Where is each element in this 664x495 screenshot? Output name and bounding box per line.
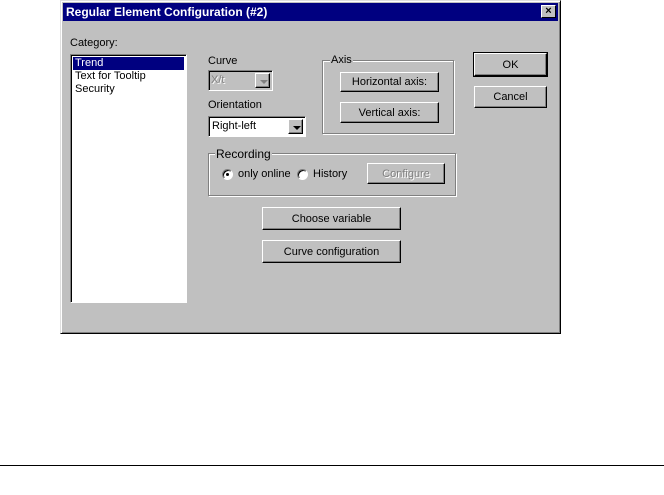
chevron-down-icon[interactable] — [288, 119, 303, 134]
orientation-select[interactable]: Right-left — [208, 116, 306, 137]
curve-select: X/t — [208, 70, 273, 91]
radio-history[interactable]: History — [297, 168, 352, 182]
curve-configuration-button[interactable]: Curve configuration — [262, 240, 401, 263]
horizontal-axis-button[interactable]: Horizontal axis: — [340, 72, 439, 92]
cancel-button[interactable]: Cancel — [474, 86, 547, 108]
chevron-down-icon — [255, 73, 270, 88]
close-button[interactable]: × — [541, 5, 556, 18]
radio-only-online[interactable]: only online — [222, 168, 292, 182]
divider — [0, 465, 664, 466]
radio-checked-icon[interactable] — [222, 169, 233, 180]
configure-button: Configure — [367, 163, 445, 184]
list-item-security[interactable]: Security — [73, 83, 184, 96]
curve-value: X/t — [211, 74, 225, 86]
orientation-value: Right-left — [212, 120, 257, 132]
category-label: Category: — [70, 37, 118, 49]
recording-group-label: Recording — [215, 147, 272, 161]
ok-button[interactable]: OK — [473, 52, 548, 77]
dialog-title: Regular Element Configuration (#2) — [63, 3, 558, 21]
list-item-trend[interactable]: Trend — [73, 57, 184, 70]
choose-variable-button[interactable]: Choose variable — [262, 207, 401, 230]
history-label: History — [313, 168, 348, 180]
axis-group-label: Axis — [330, 54, 353, 66]
vertical-axis-button[interactable]: Vertical axis: — [340, 102, 439, 123]
category-list[interactable]: Trend Text for Tooltip Security — [70, 54, 187, 303]
only-online-label: only online — [238, 168, 291, 180]
curve-label: Curve — [208, 55, 238, 67]
orientation-label: Orientation — [208, 99, 262, 111]
list-item-text-for-tooltip[interactable]: Text for Tooltip — [73, 70, 184, 83]
radio-unchecked-icon[interactable] — [297, 169, 308, 180]
